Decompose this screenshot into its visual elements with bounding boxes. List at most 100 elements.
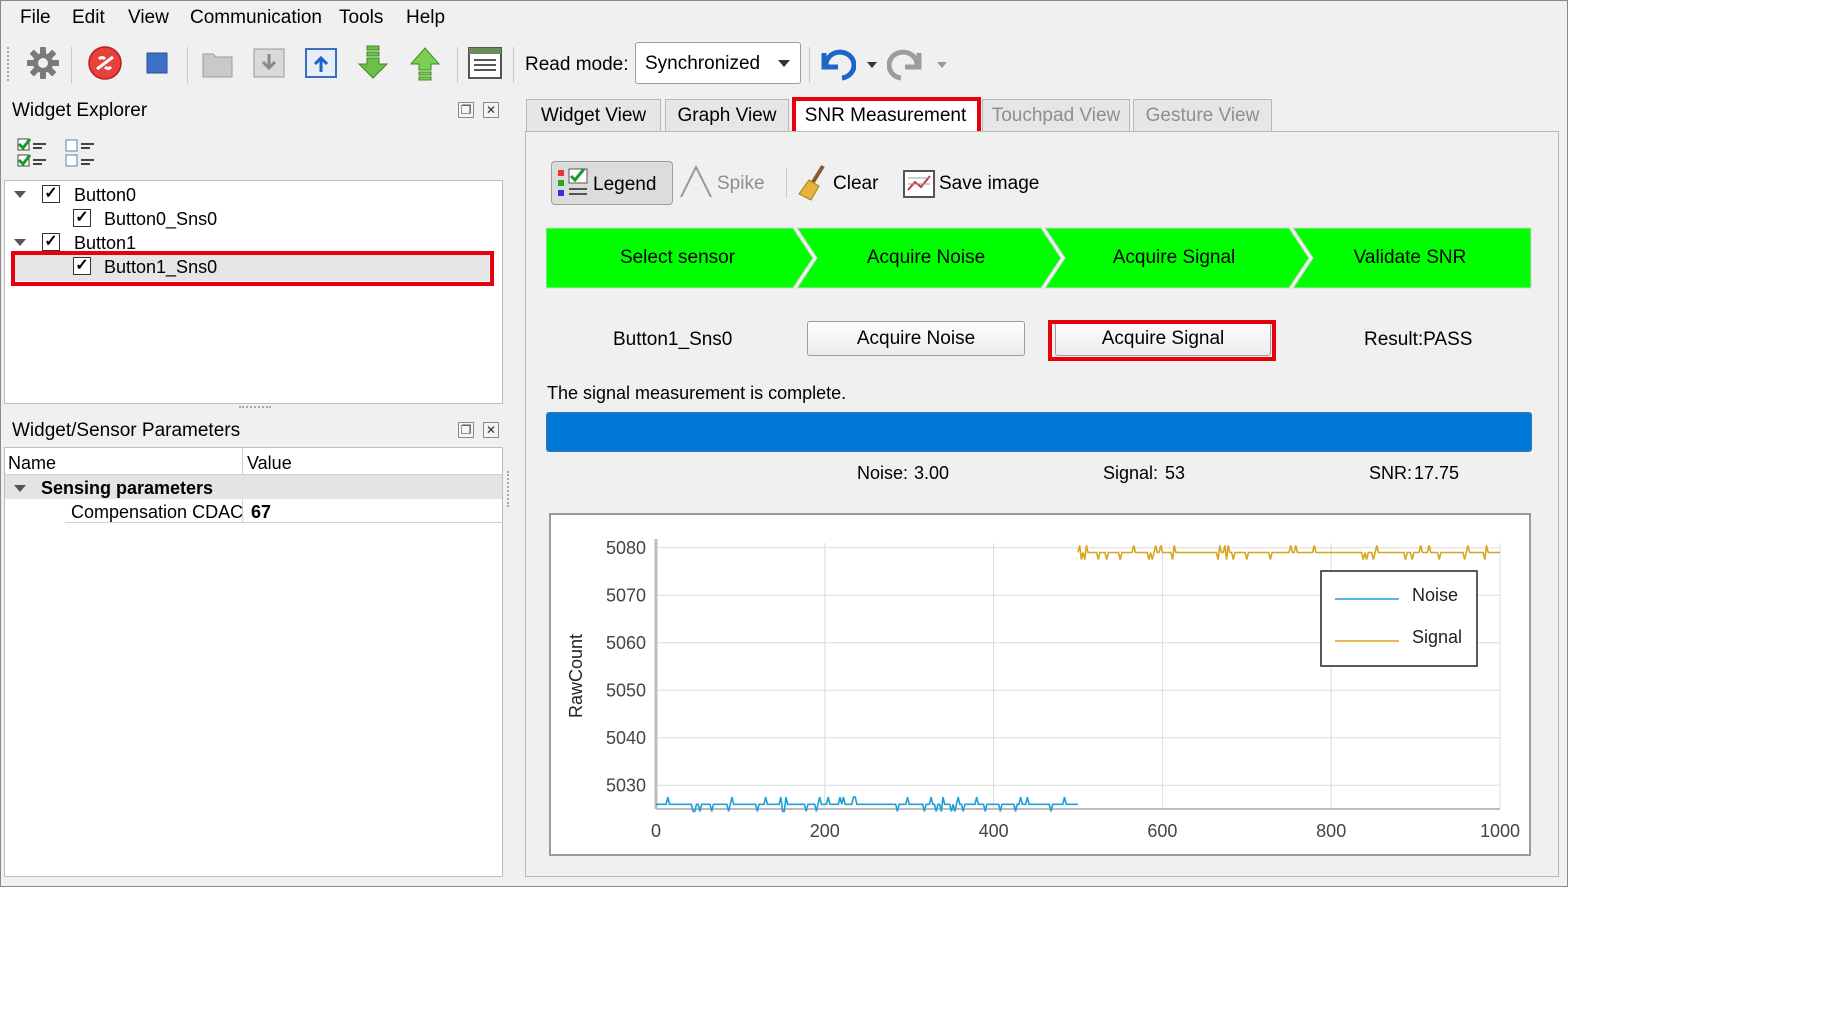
parameters-title: Widget/Sensor Parameters bbox=[12, 420, 241, 441]
checkbox-button0[interactable]: ✓ bbox=[42, 185, 60, 203]
app-window: File Edit View Communication Tools Help bbox=[0, 0, 1568, 887]
tab-graph-view[interactable]: Graph View bbox=[665, 99, 789, 131]
step-select-sensor: Select sensor bbox=[619, 247, 736, 268]
toolbar: Read mode: Synchronized bbox=[1, 37, 1567, 91]
highlight-box bbox=[1048, 320, 1276, 361]
read-mode-label: Read mode: bbox=[525, 54, 629, 75]
tab-widget-view[interactable]: Widget View bbox=[526, 99, 661, 131]
toolbar-grip[interactable] bbox=[7, 47, 13, 81]
stop-icon[interactable] bbox=[137, 43, 177, 83]
redo-dropdown-icon[interactable] bbox=[937, 62, 947, 68]
selected-sensor-label: Button1_Sns0 bbox=[613, 329, 733, 350]
x-tick-label: 1000 bbox=[1480, 821, 1520, 841]
write-to-device-icon[interactable] bbox=[405, 43, 445, 83]
param-value-compensation-cdac[interactable]: 67 bbox=[251, 502, 271, 523]
expand-icon[interactable] bbox=[14, 191, 26, 198]
undo-icon[interactable] bbox=[816, 43, 856, 83]
float-panel-icon[interactable]: ❐ bbox=[458, 102, 474, 118]
menu-view[interactable]: View bbox=[128, 7, 169, 29]
menu-bar: File Edit View Communication Tools Help bbox=[1, 1, 1567, 35]
redo-icon[interactable] bbox=[887, 43, 927, 83]
toolbar-separator bbox=[71, 47, 72, 83]
y-tick-label: 5070 bbox=[606, 585, 646, 605]
column-header-name[interactable]: Name bbox=[8, 453, 56, 474]
expand-icon[interactable] bbox=[14, 485, 26, 492]
close-panel-icon[interactable]: ✕ bbox=[483, 422, 499, 438]
menu-edit[interactable]: Edit bbox=[72, 7, 105, 29]
gear-icon[interactable] bbox=[23, 43, 63, 83]
x-tick-label: 400 bbox=[979, 821, 1009, 841]
splitter-handle[interactable] bbox=[239, 406, 271, 412]
x-tick-label: 0 bbox=[651, 821, 661, 841]
snr-label: SNR: bbox=[1369, 463, 1413, 483]
signal-label: Signal: bbox=[1103, 463, 1159, 483]
tree-item-button0[interactable]: Button0 bbox=[74, 185, 136, 206]
y-tick-label: 5080 bbox=[606, 538, 646, 558]
x-tick-label: 800 bbox=[1316, 821, 1346, 841]
read-from-device-icon[interactable] bbox=[353, 43, 393, 83]
progress-bar bbox=[546, 412, 1532, 452]
chevron-down-icon bbox=[778, 60, 790, 67]
legend-button[interactable]: Legend bbox=[551, 161, 673, 205]
y-tick-label: 5060 bbox=[606, 633, 646, 653]
menu-communication[interactable]: Communication bbox=[190, 7, 322, 29]
spike-icon[interactable] bbox=[679, 163, 713, 201]
y-axis-label: RawCount bbox=[566, 634, 586, 718]
x-tick-label: 200 bbox=[810, 821, 840, 841]
tab-touchpad-view[interactable]: Touchpad View bbox=[982, 99, 1130, 131]
result-label: Result:PASS bbox=[1364, 329, 1473, 350]
step-acquire-noise: Acquire Noise bbox=[866, 247, 986, 268]
tab-gesture-view[interactable]: Gesture View bbox=[1133, 99, 1272, 131]
y-tick-label: 5040 bbox=[606, 728, 646, 748]
close-panel-icon[interactable]: ✕ bbox=[483, 102, 499, 118]
signal-value: 53 bbox=[1165, 463, 1186, 483]
y-tick-label: 5050 bbox=[606, 680, 646, 700]
toolbar-separator bbox=[457, 47, 458, 83]
param-name-compensation-cdac: Compensation CDAC bbox=[71, 502, 244, 522]
x-tick-label: 600 bbox=[1147, 821, 1177, 841]
disconnect-icon[interactable] bbox=[85, 43, 125, 83]
tree-item-button0-sns0[interactable]: Button0_Sns0 bbox=[104, 209, 217, 230]
step-validate-snr: Validate SNR bbox=[1353, 247, 1467, 268]
export-icon[interactable] bbox=[301, 43, 341, 83]
import-icon[interactable] bbox=[249, 43, 289, 83]
splitter-handle[interactable] bbox=[507, 471, 513, 507]
check-all-icon[interactable] bbox=[16, 137, 48, 169]
progress-fill bbox=[547, 413, 1531, 451]
legend-label-signal: Signal bbox=[1412, 627, 1462, 647]
legend-label: Legend bbox=[593, 174, 657, 195]
chart-svg: 0 200 400 600 800 1000 5030 5040 5050 5060 5070 508… bbox=[566, 538, 1520, 841]
status-message: The signal measurement is complete. bbox=[547, 383, 847, 403]
noise-value: 3.00 bbox=[914, 463, 950, 483]
open-folder-icon[interactable] bbox=[198, 43, 238, 83]
noise-label: Noise: bbox=[857, 463, 909, 483]
menu-file[interactable]: File bbox=[20, 7, 51, 29]
checkbox-button1[interactable]: ✓ bbox=[42, 233, 60, 251]
toolbar-separator bbox=[187, 47, 188, 83]
column-header-value[interactable]: Value bbox=[247, 453, 292, 474]
checkbox-button0-sns0[interactable]: ✓ bbox=[73, 209, 91, 227]
menu-tools[interactable]: Tools bbox=[339, 7, 383, 29]
menu-help[interactable]: Help bbox=[406, 7, 445, 29]
y-tick-label: 5030 bbox=[606, 775, 646, 795]
raw-count-chart: 0 200 400 600 800 1000 5030 5040 5050 5060 5070 508… bbox=[549, 513, 1531, 856]
broom-icon[interactable] bbox=[797, 164, 831, 202]
expand-icon[interactable] bbox=[14, 239, 26, 246]
highlight-box bbox=[11, 251, 494, 286]
spike-label[interactable]: Spike bbox=[717, 173, 765, 195]
widget-explorer-title: Widget Explorer bbox=[12, 100, 148, 121]
clear-label[interactable]: Clear bbox=[833, 173, 878, 195]
save-image-label[interactable]: Save image bbox=[939, 173, 1039, 195]
save-image-icon[interactable] bbox=[902, 168, 936, 200]
uncheck-all-icon[interactable] bbox=[64, 137, 96, 169]
read-mode-value: Synchronized bbox=[645, 53, 761, 74]
step-acquire-signal: Acquire Signal bbox=[1112, 247, 1236, 268]
acquire-noise-button[interactable]: Acquire Noise bbox=[807, 321, 1025, 356]
toolbar-separator bbox=[809, 47, 810, 83]
toolbar-separator bbox=[513, 47, 514, 83]
group-sensing-parameters: Sensing parameters bbox=[41, 478, 214, 498]
log-window-icon[interactable] bbox=[465, 43, 505, 83]
float-panel-icon[interactable]: ❐ bbox=[458, 422, 474, 438]
undo-dropdown-icon[interactable] bbox=[867, 62, 877, 68]
read-mode-select[interactable]: Synchronized bbox=[635, 42, 801, 84]
